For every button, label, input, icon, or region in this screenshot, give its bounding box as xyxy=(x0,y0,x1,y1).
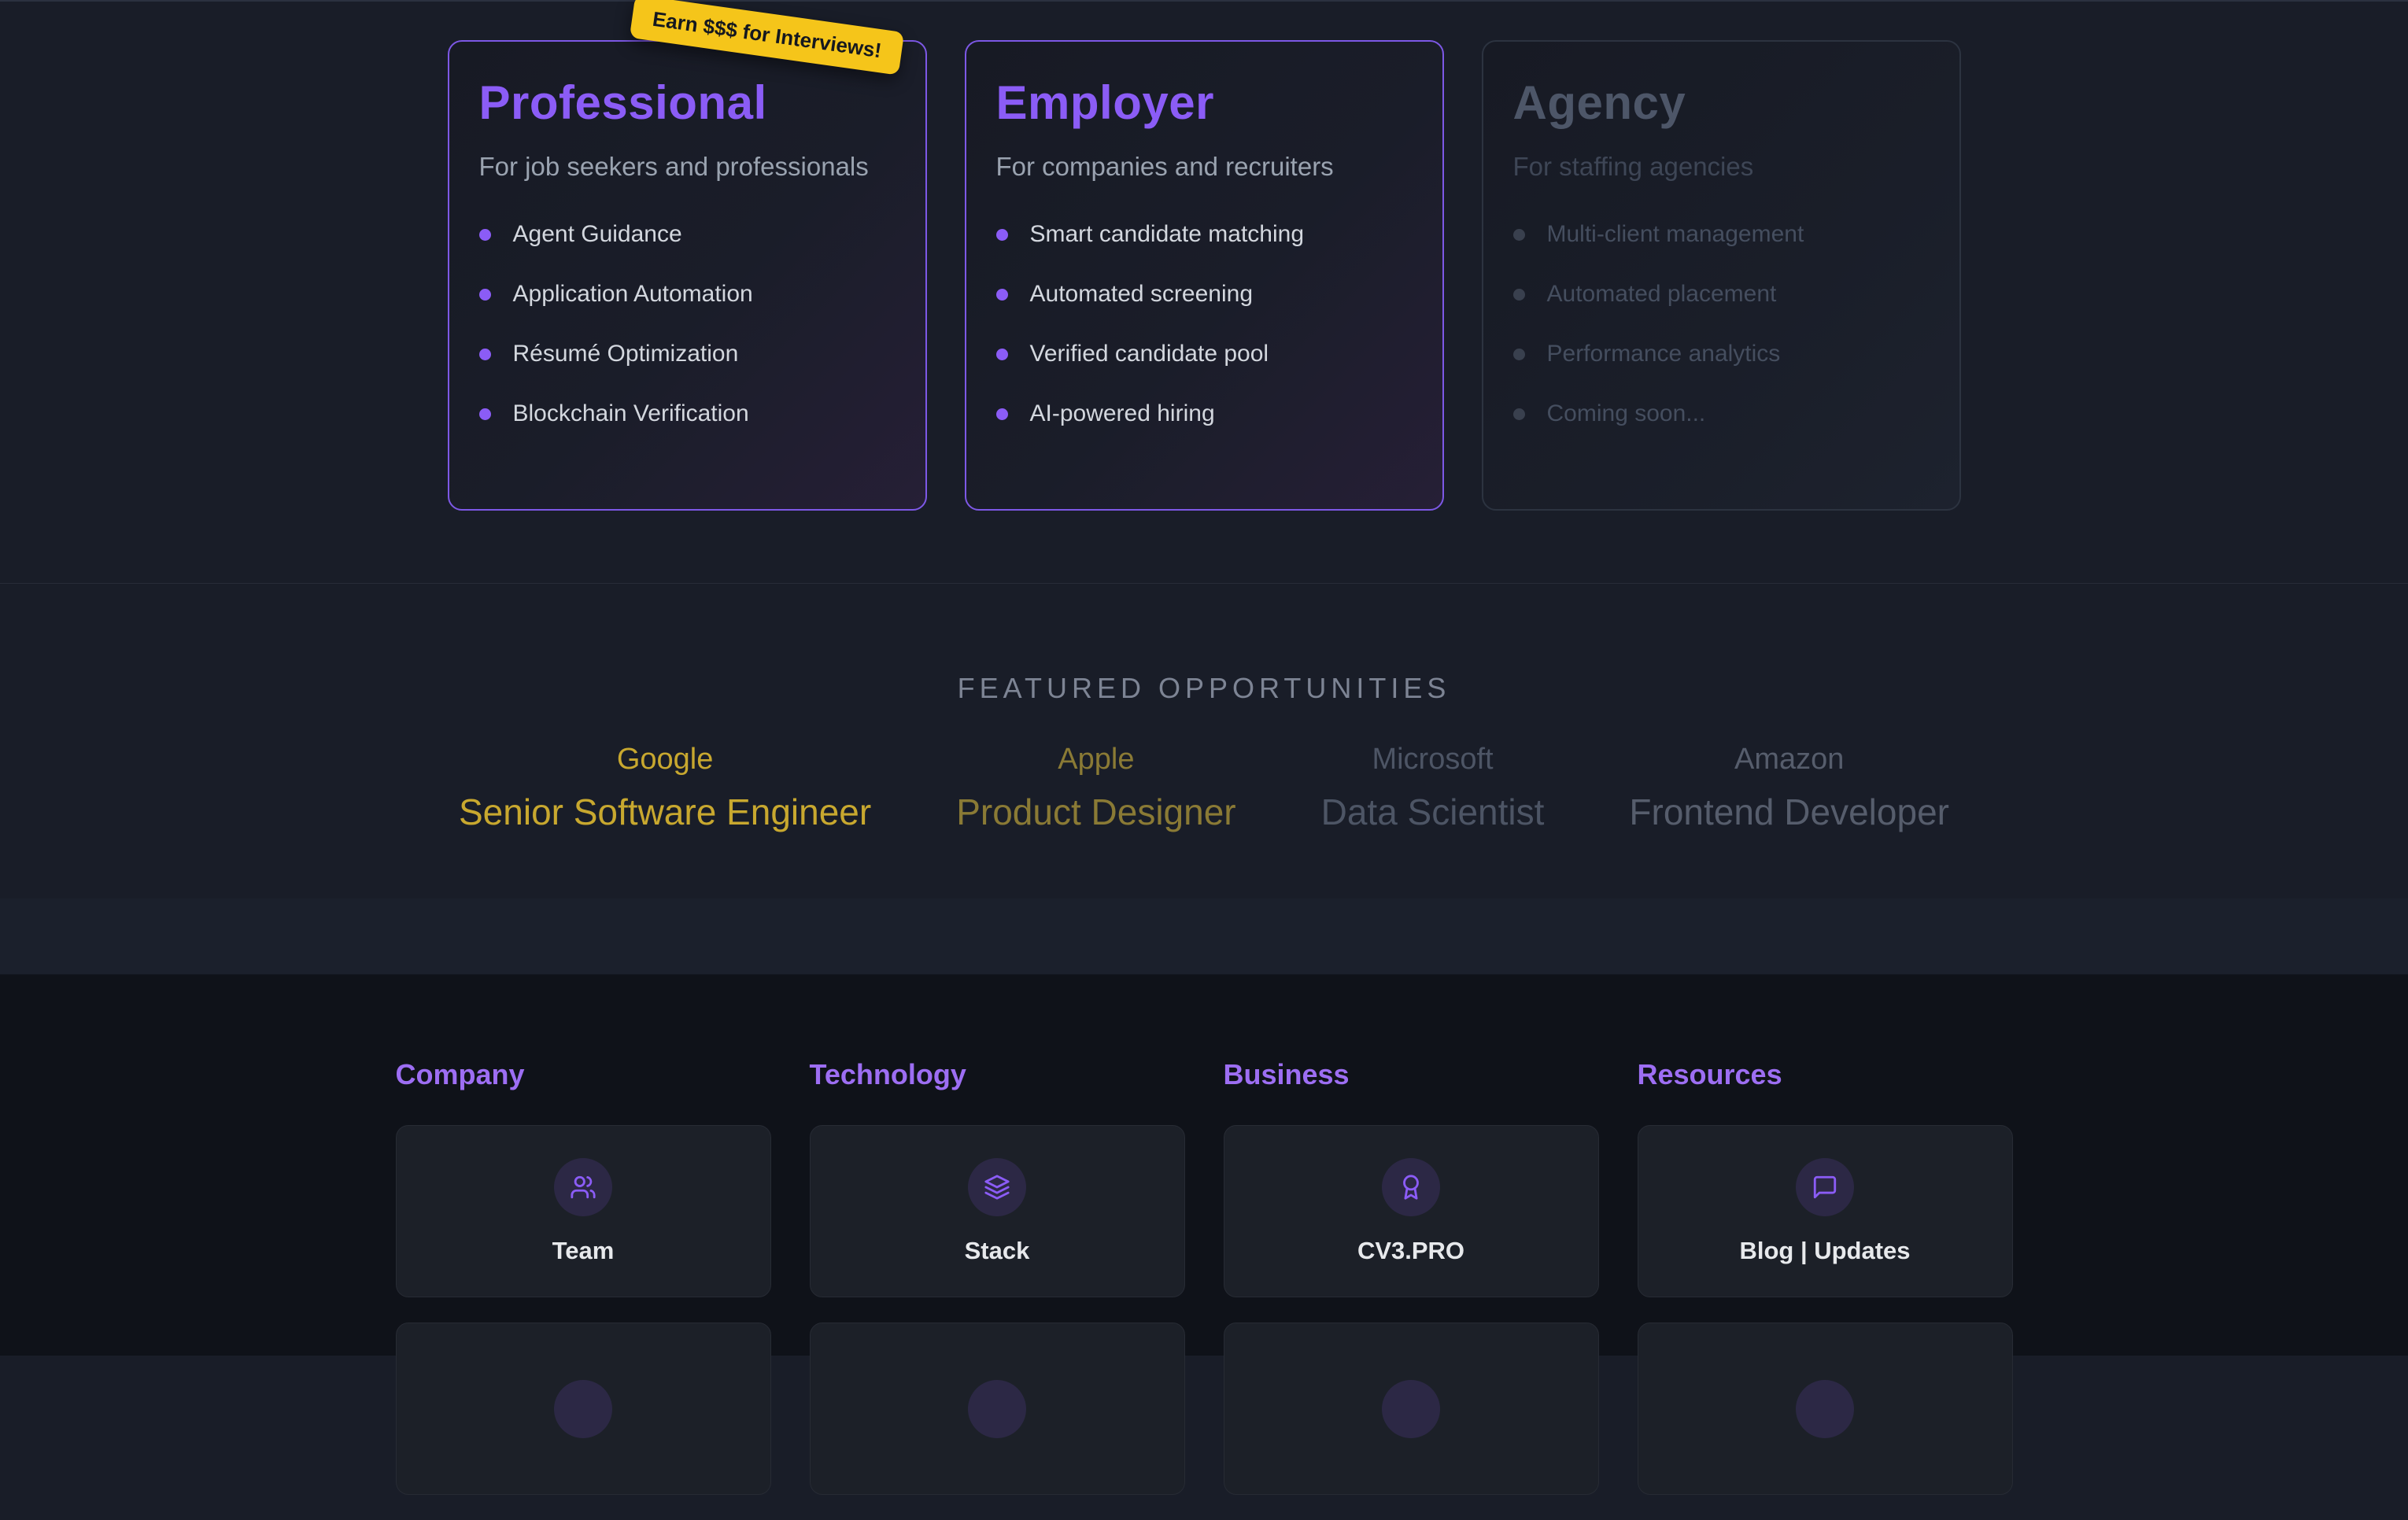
bullet-icon xyxy=(1513,229,1525,241)
plan-feature: Agent Guidance xyxy=(479,221,896,248)
earn-interviews-badge: Earn $$$ for Interviews! xyxy=(630,0,905,76)
plan-feature-label: Performance analytics xyxy=(1547,341,1781,367)
footer-card-label: Blog | Updates xyxy=(1739,1237,1910,1265)
plan-feature: Coming soon... xyxy=(1513,400,1930,427)
footer-card-cv3pro[interactable]: CV3.PRO xyxy=(1224,1125,1599,1297)
footer: Company Team Technology Stack xyxy=(0,975,2408,1356)
plan-feature: Résumé Optimization xyxy=(479,341,896,367)
footer-card-label: Stack xyxy=(965,1237,1030,1265)
footer-column-heading: Company xyxy=(396,1058,771,1091)
plan-feature-label: Automated screening xyxy=(1030,281,1254,308)
featured-jobs-carousel: Google Senior Software Engineer Apple Pr… xyxy=(0,743,2408,833)
bullet-icon xyxy=(1513,289,1525,301)
bullet-icon xyxy=(479,289,491,301)
plan-title: Employer xyxy=(996,76,1413,130)
job-role: Data Scientist xyxy=(1321,791,1545,833)
plan-subtitle: For companies and recruiters xyxy=(996,152,1413,182)
plan-subtitle: For job seekers and professionals xyxy=(479,152,896,182)
bullet-icon xyxy=(996,229,1008,241)
footer-card-hidden[interactable] xyxy=(1638,1323,2013,1495)
footer-column-business: Business CV3.PRO xyxy=(1224,1058,1599,1520)
bullet-icon xyxy=(996,349,1008,360)
plan-title: Professional xyxy=(479,76,896,130)
plan-feature-label: Agent Guidance xyxy=(513,221,682,248)
award-icon xyxy=(1382,1158,1440,1216)
footer-column-heading: Resources xyxy=(1638,1058,2013,1091)
footer-card-team[interactable]: Team xyxy=(396,1125,771,1297)
footer-card-stack[interactable]: Stack xyxy=(810,1125,1185,1297)
job-company: Google xyxy=(459,743,871,777)
job-role: Product Designer xyxy=(956,791,1235,833)
job-role: Frontend Developer xyxy=(1629,791,1949,833)
plan-feature-list: Agent Guidance Application Automation Ré… xyxy=(479,221,896,427)
footer-column-heading: Technology xyxy=(810,1058,1185,1091)
plans-section: Earn $$$ for Interviews! Professional Fo… xyxy=(0,0,2408,584)
plan-subtitle: For staffing agencies xyxy=(1513,152,1930,182)
footer-card-hidden[interactable] xyxy=(810,1323,1185,1495)
plan-feature: Application Automation xyxy=(479,281,896,308)
hidden-icon xyxy=(1382,1380,1440,1438)
plan-feature: Verified candidate pool xyxy=(996,341,1413,367)
bullet-icon xyxy=(996,289,1008,301)
hidden-icon xyxy=(968,1380,1026,1438)
hidden-icon xyxy=(1796,1380,1854,1438)
bullet-icon xyxy=(1513,408,1525,420)
featured-job[interactable]: Google Senior Software Engineer xyxy=(459,743,871,833)
plan-feature-label: Blockchain Verification xyxy=(513,400,749,427)
plan-feature: Multi-client management xyxy=(1513,221,1930,248)
plan-feature-label: Automated placement xyxy=(1547,281,1777,308)
bullet-icon xyxy=(479,229,491,241)
footer-card-hidden[interactable] xyxy=(396,1323,771,1495)
footer-column-resources: Resources Blog | Updates xyxy=(1638,1058,2013,1520)
footer-grid: Company Team Technology Stack xyxy=(396,1058,2013,1520)
featured-job[interactable]: Amazon Frontend Developer xyxy=(1629,743,1949,833)
plan-feature-label: Multi-client management xyxy=(1547,221,1804,248)
plan-feature-list: Smart candidate matching Automated scree… xyxy=(996,221,1413,427)
bullet-icon xyxy=(479,408,491,420)
footer-card-blog[interactable]: Blog | Updates xyxy=(1638,1125,2013,1297)
bullet-icon xyxy=(479,349,491,360)
plan-card-professional[interactable]: Earn $$$ for Interviews! Professional Fo… xyxy=(448,40,927,511)
featured-job[interactable]: Microsoft Data Scientist xyxy=(1321,743,1545,833)
footer-column-technology: Technology Stack xyxy=(810,1058,1185,1520)
users-icon xyxy=(554,1158,612,1216)
job-company: Microsoft xyxy=(1321,743,1545,777)
plan-feature-label: Coming soon... xyxy=(1547,400,1706,427)
bullet-icon xyxy=(1513,349,1525,360)
plan-feature: Automated placement xyxy=(1513,281,1930,308)
section-divider-band xyxy=(0,898,2408,975)
footer-card-label: Team xyxy=(552,1237,615,1265)
footer-column-heading: Business xyxy=(1224,1058,1599,1091)
footer-card-hidden[interactable] xyxy=(1224,1323,1599,1495)
job-role: Senior Software Engineer xyxy=(459,791,871,833)
featured-opportunities-section: FEATURED OPPORTUNITIES Google Senior Sof… xyxy=(0,584,2408,898)
featured-job[interactable]: Apple Product Designer xyxy=(956,743,1235,833)
plan-feature: Smart candidate matching xyxy=(996,221,1413,248)
plan-feature-label: Smart candidate matching xyxy=(1030,221,1305,248)
plan-feature: Blockchain Verification xyxy=(479,400,896,427)
plan-feature: Performance analytics xyxy=(1513,341,1930,367)
job-company: Amazon xyxy=(1629,743,1949,777)
plan-feature: Automated screening xyxy=(996,281,1413,308)
job-company: Apple xyxy=(956,743,1235,777)
plan-card-agency: Agency For staffing agencies Multi-clien… xyxy=(1482,40,1961,511)
footer-card-label: CV3.PRO xyxy=(1357,1237,1464,1265)
plan-feature-label: Application Automation xyxy=(513,281,753,308)
footer-column-company: Company Team xyxy=(396,1058,771,1520)
plan-feature-label: Verified candidate pool xyxy=(1030,341,1269,367)
message-square-icon xyxy=(1796,1158,1854,1216)
plan-feature-label: Résumé Optimization xyxy=(513,341,739,367)
featured-heading: FEATURED OPPORTUNITIES xyxy=(0,672,2408,705)
plan-title: Agency xyxy=(1513,76,1930,130)
plan-feature: AI-powered hiring xyxy=(996,400,1413,427)
layers-icon xyxy=(968,1158,1026,1216)
hidden-icon xyxy=(554,1380,612,1438)
plan-feature-list: Multi-client management Automated placem… xyxy=(1513,221,1930,427)
plan-feature-label: AI-powered hiring xyxy=(1030,400,1215,427)
plan-card-employer[interactable]: Employer For companies and recruiters Sm… xyxy=(965,40,1444,511)
bullet-icon xyxy=(996,408,1008,420)
